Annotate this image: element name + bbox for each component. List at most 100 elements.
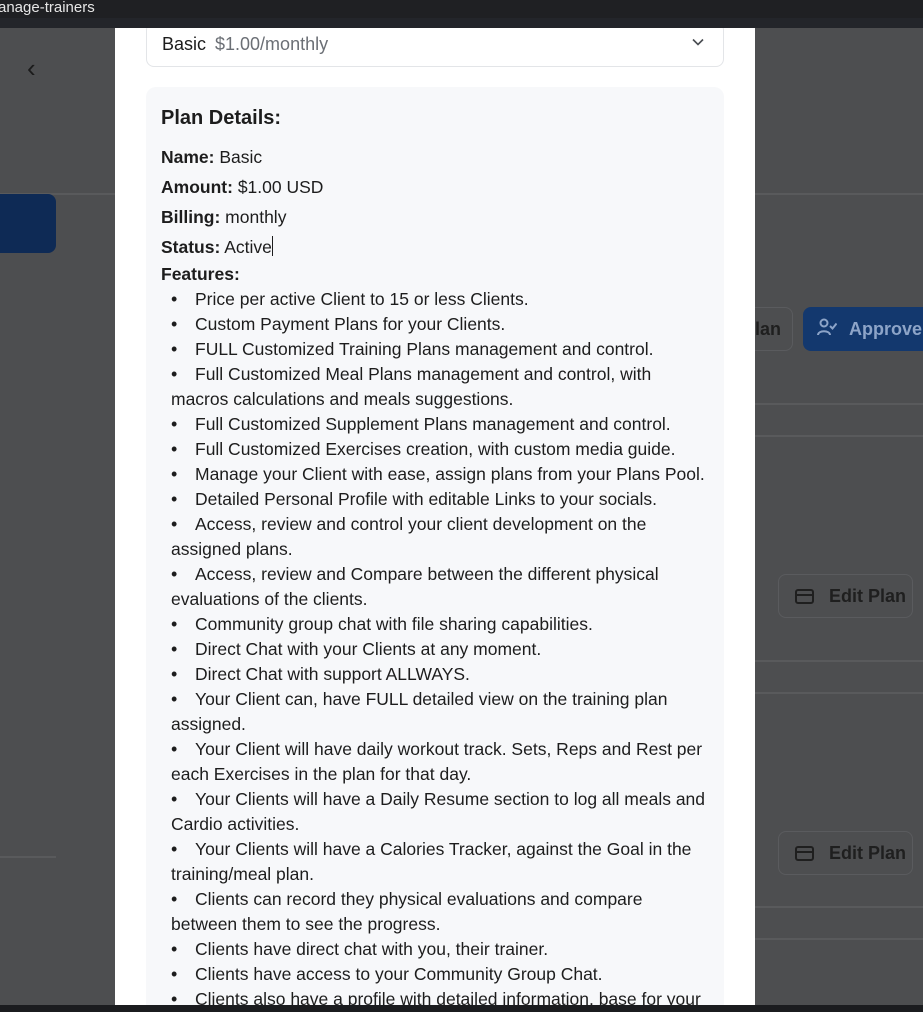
selected-plan-name: Basic [162, 34, 207, 54]
feature-item: • Direct Chat with your Clients at any mo… [171, 637, 710, 662]
feature-text: Your Clients will have a Calories Tracke… [171, 839, 692, 884]
credit-card-icon [795, 588, 814, 604]
bullet-icon: • [171, 664, 178, 684]
plan-details-panel: Plan Details: Name: Basic Amount: $1.00 … [146, 87, 724, 1005]
feature-text: Full Customized Supplement Plans managem… [195, 414, 671, 434]
feature-item: • Your Clients will have a Calories Track… [171, 837, 710, 887]
feature-item: • FULL Customized Training Plans manageme… [171, 337, 710, 362]
approve-button[interactable]: Approve [803, 307, 923, 351]
feature-text: Clients can record they physical evaluat… [171, 889, 643, 934]
edit-plan-label: Edit Plan [829, 585, 907, 606]
text-caret [271, 236, 273, 256]
feature-item: • Clients have access to your Community G… [171, 962, 710, 987]
bullet-icon: • [171, 514, 178, 534]
feature-item: • Manage your Client with ease, assign pl… [171, 462, 710, 487]
bullet-icon: • [171, 689, 178, 709]
feature-text: FULL Customized Training Plans managemen… [195, 339, 654, 359]
approve-button-label: Approve [849, 318, 923, 339]
plan-button-label: lan [755, 318, 782, 339]
bullet-icon: • [171, 889, 178, 909]
edit-plan-label: Edit Plan [829, 842, 907, 863]
feature-item: • Full Customized Supplement Plans manage… [171, 412, 710, 437]
bullet-icon: • [171, 489, 178, 509]
feature-text: Your Clients will have a Daily Resume se… [171, 789, 706, 834]
feature-item: • Custom Payment Plans for your Clients. [171, 312, 710, 337]
bullet-icon: • [171, 289, 178, 309]
bullet-icon: • [171, 564, 178, 584]
sidebar-active-item[interactable] [0, 194, 56, 253]
bullet-icon: • [171, 464, 178, 484]
feature-item: • Your Client will have daily workout tra… [171, 737, 710, 787]
feature-text: Access, review and control your client d… [171, 514, 647, 559]
feature-item: • Your Clients will have a Daily Resume s… [171, 787, 710, 837]
edit-plan-button[interactable]: Edit Plan [778, 831, 913, 875]
bullet-icon: • [171, 789, 178, 809]
feature-text: Detailed Personal Profile with editable … [195, 489, 658, 509]
feature-item: • Access, review and Compare between the … [171, 562, 710, 612]
feature-item: • Price per active Client to 15 or less C… [171, 287, 710, 312]
plan-modal: Basic $1.00/monthly Plan Details: Name: … [115, 28, 755, 1005]
name-value: Basic [219, 147, 263, 167]
divider [755, 403, 923, 405]
feature-text: Your Client will have daily workout trac… [171, 739, 703, 784]
feature-text: Clients have access to your Community Gr… [195, 964, 603, 984]
bullet-icon: • [171, 939, 178, 959]
feature-item: • Full Customized Meal Plans management a… [171, 362, 710, 412]
feature-item: • Clients can record they physical evalua… [171, 887, 710, 937]
divider [755, 906, 923, 908]
feature-text: Full Customized Meal Plans management an… [171, 364, 652, 409]
feature-text: Clients also have a profile with detaile… [195, 989, 701, 1005]
edit-plan-button[interactable]: Edit Plan [778, 574, 913, 618]
plan-status-row: Status: Active [161, 232, 710, 262]
plan-name-row: Name: Basic [161, 142, 710, 172]
bullet-icon: • [171, 739, 178, 759]
tab-title: anage-trainers [0, 0, 95, 16]
feature-item: • Clients also have a profile with detail… [171, 987, 710, 1005]
bullet-icon: • [171, 964, 178, 984]
amount-value: $1.00 USD [237, 177, 324, 197]
feature-text: Direct Chat with support ALLWAYS. [195, 664, 470, 684]
bullet-icon: • [171, 339, 178, 359]
feature-text: Price per active Client to 15 or less Cl… [195, 289, 529, 309]
bullet-icon: • [171, 439, 178, 459]
bullet-icon: • [171, 614, 178, 634]
bullet-icon: • [171, 989, 178, 1005]
feature-item: • Community group chat with file sharing … [171, 612, 710, 637]
bullet-icon: • [171, 364, 178, 384]
feature-text: Direct Chat with your Clients at any mom… [195, 639, 542, 659]
divider [755, 435, 923, 437]
feature-item: • Direct Chat with support ALLWAYS. [171, 662, 710, 687]
name-label: Name: [161, 147, 215, 167]
feature-text: Custom Payment Plans for your Clients. [195, 314, 506, 334]
feature-text: Manage your Client with ease, assign pla… [195, 464, 705, 484]
divider [755, 938, 923, 940]
plan-select[interactable]: Basic $1.00/monthly [146, 28, 724, 67]
selected-plan-price: $1.00/monthly [215, 34, 329, 54]
status-value: Active [224, 237, 272, 257]
feature-text: Access, review and Compare between the d… [171, 564, 659, 609]
amount-label: Amount: [161, 177, 233, 197]
back-chevron-icon[interactable]: ‹ [27, 55, 47, 81]
feature-text: Full Customized Exercises creation, with… [195, 439, 676, 459]
divider [755, 660, 923, 662]
browser-strip [0, 18, 923, 28]
status-label: Status: [161, 237, 221, 257]
feature-item: • Full Customized Exercises creation, wit… [171, 437, 710, 462]
bullet-icon: • [171, 639, 178, 659]
feature-item: • Access, review and control your client … [171, 512, 710, 562]
feature-item: • Clients have direct chat with you, thei… [171, 937, 710, 962]
features-list: • Price per active Client to 15 or less C… [161, 287, 710, 1005]
user-check-icon [817, 318, 838, 341]
feature-item: • Your Client can, have FULL detailed vie… [171, 687, 710, 737]
chevron-down-icon [692, 38, 704, 46]
feature-text: Community group chat with file sharing c… [195, 614, 593, 634]
taskbar-strip [0, 1005, 923, 1012]
bullet-icon: • [171, 839, 178, 859]
billing-label: Billing: [161, 207, 221, 227]
plan-details-title: Plan Details: [161, 107, 282, 129]
bullet-icon: • [171, 314, 178, 334]
feature-text: Clients have direct chat with you, their… [195, 939, 549, 959]
feature-item: • Detailed Personal Profile with editable… [171, 487, 710, 512]
feature-text: Your Client can, have FULL detailed view… [171, 689, 668, 734]
plan-billing-row: Billing: monthly [161, 202, 710, 232]
